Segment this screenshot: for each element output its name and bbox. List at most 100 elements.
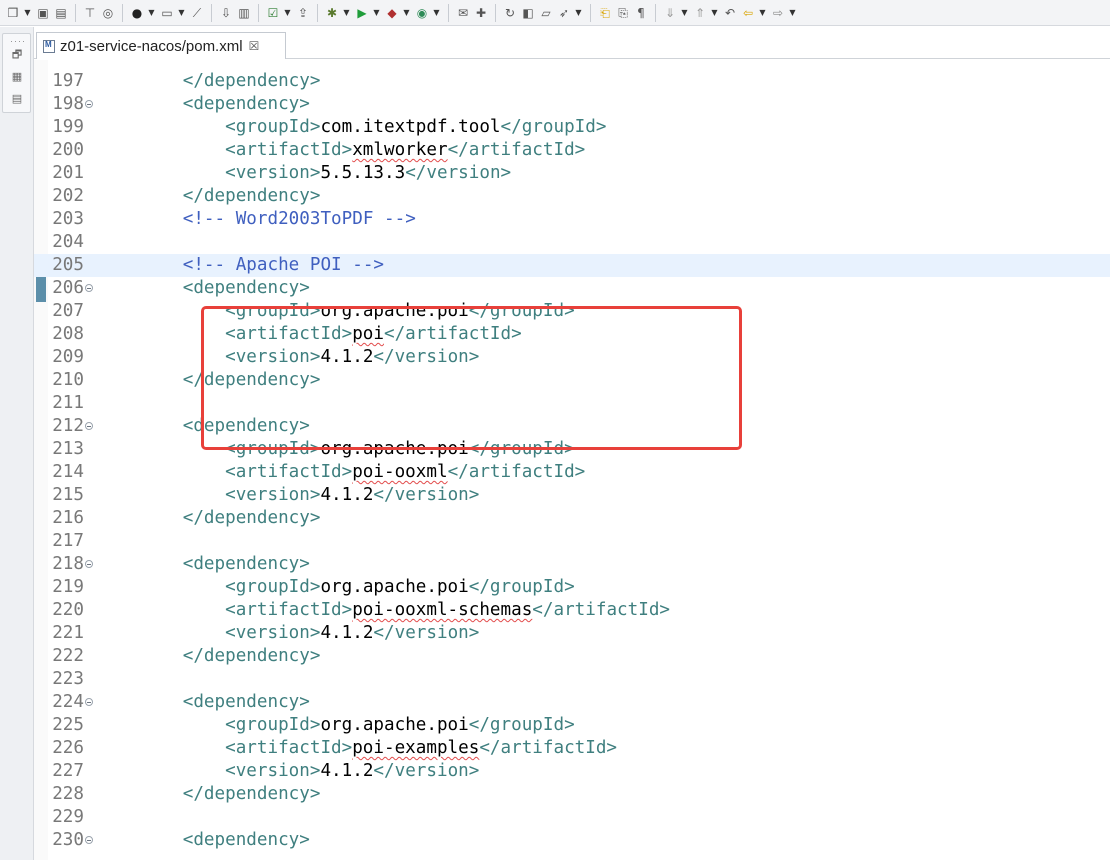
code-line[interactable]: 230 <dependency> (34, 829, 1110, 852)
code-line[interactable]: 208 <artifactId>poi</artifactId> (34, 323, 1110, 346)
save-all-icon[interactable]: ▤ (53, 5, 69, 21)
restore-icon[interactable]: 🗗 (10, 48, 24, 62)
open-type-icon[interactable]: ⊤ (82, 5, 98, 21)
code-line[interactable]: 203 <!-- Word2003ToPDF --> (34, 208, 1110, 231)
code-line[interactable]: 225 <groupId>org.apache.poi</groupId> (34, 714, 1110, 737)
code-line[interactable]: 199 <groupId>com.itextpdf.tool</groupId> (34, 116, 1110, 139)
dropdown-arrow-icon[interactable]: ▼ (177, 5, 186, 21)
code-line[interactable]: 198 <dependency> (34, 93, 1110, 116)
package-explorer-icon[interactable]: ▦ (10, 70, 24, 84)
back-icon[interactable]: ⇦ (740, 5, 756, 21)
open-folder-icon[interactable]: ✉ (455, 5, 471, 21)
code-line[interactable]: 223 (34, 668, 1110, 691)
import-icon[interactable]: ⇩ (218, 5, 234, 21)
code-line[interactable]: 229 (34, 806, 1110, 829)
line-text: </dependency> (98, 369, 321, 392)
dropdown-arrow-icon[interactable]: ▼ (402, 5, 411, 21)
dropdown-arrow-icon[interactable]: ▼ (788, 5, 797, 21)
close-icon[interactable]: ☒ (249, 39, 260, 53)
code-line[interactable]: 202 </dependency> (34, 185, 1110, 208)
annotation-next-icon[interactable]: ⎘ (615, 5, 631, 21)
fold-toggle-icon[interactable] (85, 560, 93, 568)
dropdown-arrow-icon[interactable]: ▼ (147, 5, 156, 21)
toggle-mark-icon[interactable]: ¶ (633, 5, 649, 21)
xml-value: xmlworker (352, 140, 448, 160)
hierarchy-icon[interactable]: ▤ (10, 92, 24, 106)
code-line[interactable]: 201 <version>5.5.13.3</version> (34, 162, 1110, 185)
code-editor[interactable]: 197 </dependency> 198 <dependency> 199 <gr… (34, 60, 1110, 860)
code-line[interactable]: 217 (34, 530, 1110, 553)
code-line[interactable]: 224 <dependency> (34, 691, 1110, 714)
code-line[interactable]: 222 </dependency> (34, 645, 1110, 668)
terminal-icon[interactable]: ▭ (159, 5, 175, 21)
down-icon[interactable]: ⇓ (662, 5, 678, 21)
dropdown-arrow-icon[interactable]: ▼ (23, 5, 32, 21)
dropdown-arrow-icon[interactable]: ▼ (710, 5, 719, 21)
line-text: <artifactId>poi-examples</artifactId> (98, 737, 617, 760)
open-resource-icon[interactable]: ◎ (100, 5, 116, 21)
last-edit-icon[interactable]: ↶ (722, 5, 738, 21)
dropdown-arrow-icon[interactable]: ▼ (574, 5, 583, 21)
forward-icon[interactable]: ⇨ (770, 5, 786, 21)
fold-toggle-icon[interactable] (85, 284, 93, 292)
code-line[interactable]: 213 <groupId>org.apache.poi</groupId> (34, 438, 1110, 461)
publish-icon[interactable]: ⇪ (295, 5, 311, 21)
code-line[interactable]: 200 <artifactId>xmlworker</artifactId> (34, 139, 1110, 162)
code-line[interactable]: 228 </dependency> (34, 783, 1110, 806)
code-line[interactable]: 197 </dependency> (34, 70, 1110, 93)
up-icon[interactable]: ⇑ (692, 5, 708, 21)
xml-tag: </artifactId> (447, 140, 586, 160)
code-line[interactable]: 204 (34, 231, 1110, 254)
dropdown-arrow-icon[interactable]: ▼ (680, 5, 689, 21)
fold-toggle-icon[interactable] (85, 100, 93, 108)
fold-toggle-icon[interactable] (85, 698, 93, 706)
save-icon[interactable]: ▣ (35, 5, 51, 21)
dropdown-arrow-icon[interactable]: ▼ (283, 5, 292, 21)
tab-pom-xml[interactable]: z01-service-nacos/pom.xml ☒ (36, 32, 286, 59)
code-line[interactable]: 205 <!-- Apache POI --> (34, 254, 1110, 277)
launch-icon[interactable]: ➶ (556, 5, 572, 21)
dropdown-arrow-icon[interactable]: ▼ (372, 5, 381, 21)
open-project-icon[interactable]: ◧ (520, 5, 536, 21)
code-line[interactable]: 218 <dependency> (34, 553, 1110, 576)
toolbar-separator (122, 3, 123, 22)
code-line[interactable]: 211 (34, 392, 1110, 415)
code-line[interactable]: 207 <groupId>org.apache.poi</groupId> (34, 300, 1110, 323)
dropdown-arrow-icon[interactable]: ▼ (342, 5, 351, 21)
code-line[interactable]: 216 </dependency> (34, 507, 1110, 530)
pin-icon[interactable]: ⟋ (189, 5, 205, 21)
line-number: 206 (52, 278, 84, 298)
folder-icon[interactable]: ▱ (538, 5, 554, 21)
code-line[interactable]: 210 </dependency> (34, 369, 1110, 392)
code-line[interactable]: 227 <version>4.1.2</version> (34, 760, 1110, 783)
refresh-icon[interactable]: ↻ (502, 5, 518, 21)
dropdown-arrow-icon[interactable]: ▼ (758, 5, 767, 21)
coverage-icon[interactable]: ◉ (414, 5, 430, 21)
toolbar-separator (211, 3, 212, 22)
code-line[interactable]: 214 <artifactId>poi-ooxml</artifactId> (34, 461, 1110, 484)
person-icon[interactable]: ● (129, 5, 145, 21)
code-line[interactable]: 219 <groupId>org.apache.poi</groupId> (34, 576, 1110, 599)
task-check-icon[interactable]: ☑ (265, 5, 281, 21)
code-line[interactable]: 226 <artifactId>poi-examples</artifactId… (34, 737, 1110, 760)
xml-tag: </version> (373, 347, 480, 367)
new-wizard-icon[interactable]: ❒ (5, 5, 21, 21)
code-line[interactable]: 206 <dependency> (34, 277, 1110, 300)
code-line[interactable]: 212 <dependency> (34, 415, 1110, 438)
dropdown-arrow-icon[interactable]: ▼ (432, 5, 441, 21)
panel-handle-icon[interactable]: ···· (10, 36, 26, 46)
run-icon[interactable]: ▶ (354, 5, 370, 21)
server-icon[interactable]: ▥ (236, 5, 252, 21)
run-external-icon[interactable]: ◆ (384, 5, 400, 21)
fold-toggle-icon[interactable] (85, 836, 93, 844)
code-line[interactable]: 209 <version>4.1.2</version> (34, 346, 1110, 369)
package-icon[interactable]: ✚ (473, 5, 489, 21)
xml-value: 4.1.2 (320, 623, 374, 643)
code-line[interactable]: 221 <version>4.1.2</version> (34, 622, 1110, 645)
annotation-prev-icon[interactable]: ⎗ (597, 5, 613, 21)
debug-icon[interactable]: ✱ (324, 5, 340, 21)
code-line[interactable]: 220 <artifactId>poi-ooxml-schemas</artif… (34, 599, 1110, 622)
code-line[interactable]: 215 <version>4.1.2</version> (34, 484, 1110, 507)
fold-toggle-icon[interactable] (85, 422, 93, 430)
line-number: 222 (52, 646, 84, 666)
